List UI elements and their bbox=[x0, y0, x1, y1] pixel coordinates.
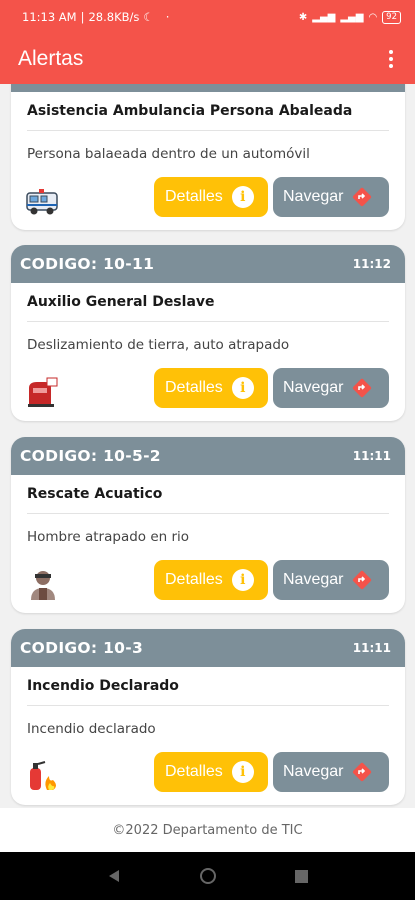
app-bar: Alertas bbox=[0, 34, 415, 84]
moon-icon: ☾ bbox=[143, 10, 154, 24]
directions-icon bbox=[353, 762, 372, 782]
alert-title: Asistencia Ambulancia Persona Abaleada bbox=[27, 103, 353, 119]
alert-time: 11:11 bbox=[352, 449, 391, 463]
navigate-button[interactable]: Navegar bbox=[273, 368, 389, 408]
alert-actions: Detalles i Navegar bbox=[11, 560, 405, 608]
navigate-button[interactable]: Navegar bbox=[273, 560, 389, 600]
details-button[interactable]: Detalles i bbox=[154, 560, 268, 600]
directions-icon bbox=[353, 378, 372, 398]
navigate-label: Navegar bbox=[283, 763, 344, 780]
network-speed: 28.8KB/s bbox=[88, 10, 140, 24]
app-title: Alertas bbox=[18, 47, 84, 70]
alert-card-header: CODIGO: 10-11 11:12 bbox=[11, 245, 405, 283]
directions-icon bbox=[353, 187, 372, 207]
signal-icon-2: ▂▄▆ bbox=[340, 11, 364, 23]
alert-time: 11:11 bbox=[352, 641, 391, 655]
directions-icon bbox=[353, 570, 372, 590]
alert-title: Incendio Declarado bbox=[27, 678, 179, 694]
wifi-icon: ◠ bbox=[368, 11, 378, 23]
navigate-button[interactable]: Navegar bbox=[273, 752, 389, 792]
footer-text: ©2022 Departamento de TIC bbox=[112, 822, 303, 838]
alert-card: CODIGO: 10-5-2 11:11 Rescate Acuatico Ho… bbox=[11, 437, 405, 613]
footer: ©2022 Departamento de TIC bbox=[0, 808, 415, 852]
bluetooth-icon: ✱ bbox=[298, 11, 308, 23]
home-icon[interactable] bbox=[199, 867, 217, 885]
alert-description: Incendio declarado bbox=[27, 721, 156, 737]
details-button[interactable]: Detalles i bbox=[154, 177, 268, 217]
alert-card-header: CODIGO: 10-5-2 11:11 bbox=[11, 437, 405, 475]
dot-icon: · bbox=[165, 10, 170, 24]
alert-card-header: CODIGO: 10-3 11:11 bbox=[11, 629, 405, 667]
navigate-label: Navegar bbox=[283, 379, 344, 396]
alert-description: Deslizamiento de tierra, auto atrapado bbox=[27, 337, 290, 353]
alert-time: 11:12 bbox=[352, 257, 391, 271]
rescuer-icon bbox=[31, 571, 55, 600]
alert-actions: Detalles i Navegar bbox=[11, 368, 405, 416]
alert-title: Rescate Acuatico bbox=[27, 486, 163, 502]
details-label: Detalles bbox=[165, 763, 223, 780]
alert-title: Auxilio General Deslave bbox=[27, 294, 215, 310]
recents-icon[interactable] bbox=[295, 869, 308, 883]
alert-code: CODIGO: 10-5-2 bbox=[20, 447, 161, 465]
back-icon[interactable] bbox=[107, 869, 121, 883]
details-label: Detalles bbox=[165, 188, 223, 205]
info-icon: i bbox=[231, 186, 254, 208]
landslide-icon bbox=[28, 377, 58, 407]
info-icon: i bbox=[231, 761, 254, 783]
alert-description: Hombre atrapado en rio bbox=[27, 529, 190, 545]
details-button[interactable]: Detalles i bbox=[154, 368, 268, 408]
alert-description: Persona balaeada dentro de un automóvil bbox=[27, 146, 310, 162]
alert-card: CODIGO: 10-3 11:11 Incendio Declarado In… bbox=[11, 629, 405, 805]
ambulance-icon bbox=[26, 189, 58, 215]
status-time: 11:13 AM bbox=[22, 10, 77, 24]
details-label: Detalles bbox=[165, 379, 223, 396]
navigate-label: Navegar bbox=[283, 571, 344, 588]
alerts-list[interactable]: Asistencia Ambulancia Persona Abaleada P… bbox=[0, 84, 415, 808]
info-icon: i bbox=[231, 377, 254, 399]
info-icon: i bbox=[231, 569, 254, 591]
navigate-button[interactable]: Navegar bbox=[273, 177, 389, 217]
system-nav-bar bbox=[0, 852, 415, 900]
navigate-label: Navegar bbox=[283, 188, 344, 205]
status-bar: 11:13 AM | 28.8KB/s ☾ · ✱ ▂▄▆ ▂▄▆ ◠ 92 bbox=[0, 0, 415, 34]
alert-actions: Detalles i Navegar bbox=[11, 752, 405, 800]
alert-card: CODIGO: 10-11 11:12 Auxilio General Desl… bbox=[11, 245, 405, 421]
alert-code: CODIGO: 10-11 bbox=[20, 255, 155, 273]
alert-card: Asistencia Ambulancia Persona Abaleada P… bbox=[11, 84, 405, 230]
fire-extinguisher-icon bbox=[30, 761, 56, 790]
more-options-icon[interactable] bbox=[385, 46, 397, 72]
details-label: Detalles bbox=[165, 571, 223, 588]
details-button[interactable]: Detalles i bbox=[154, 752, 268, 792]
alert-card-header bbox=[11, 84, 405, 92]
alert-code: CODIGO: 10-3 bbox=[20, 639, 144, 657]
battery-icon: 92 bbox=[382, 10, 401, 24]
signal-icon: ▂▄▆ bbox=[312, 11, 336, 23]
alert-actions: Detalles i Navegar bbox=[11, 177, 405, 225]
